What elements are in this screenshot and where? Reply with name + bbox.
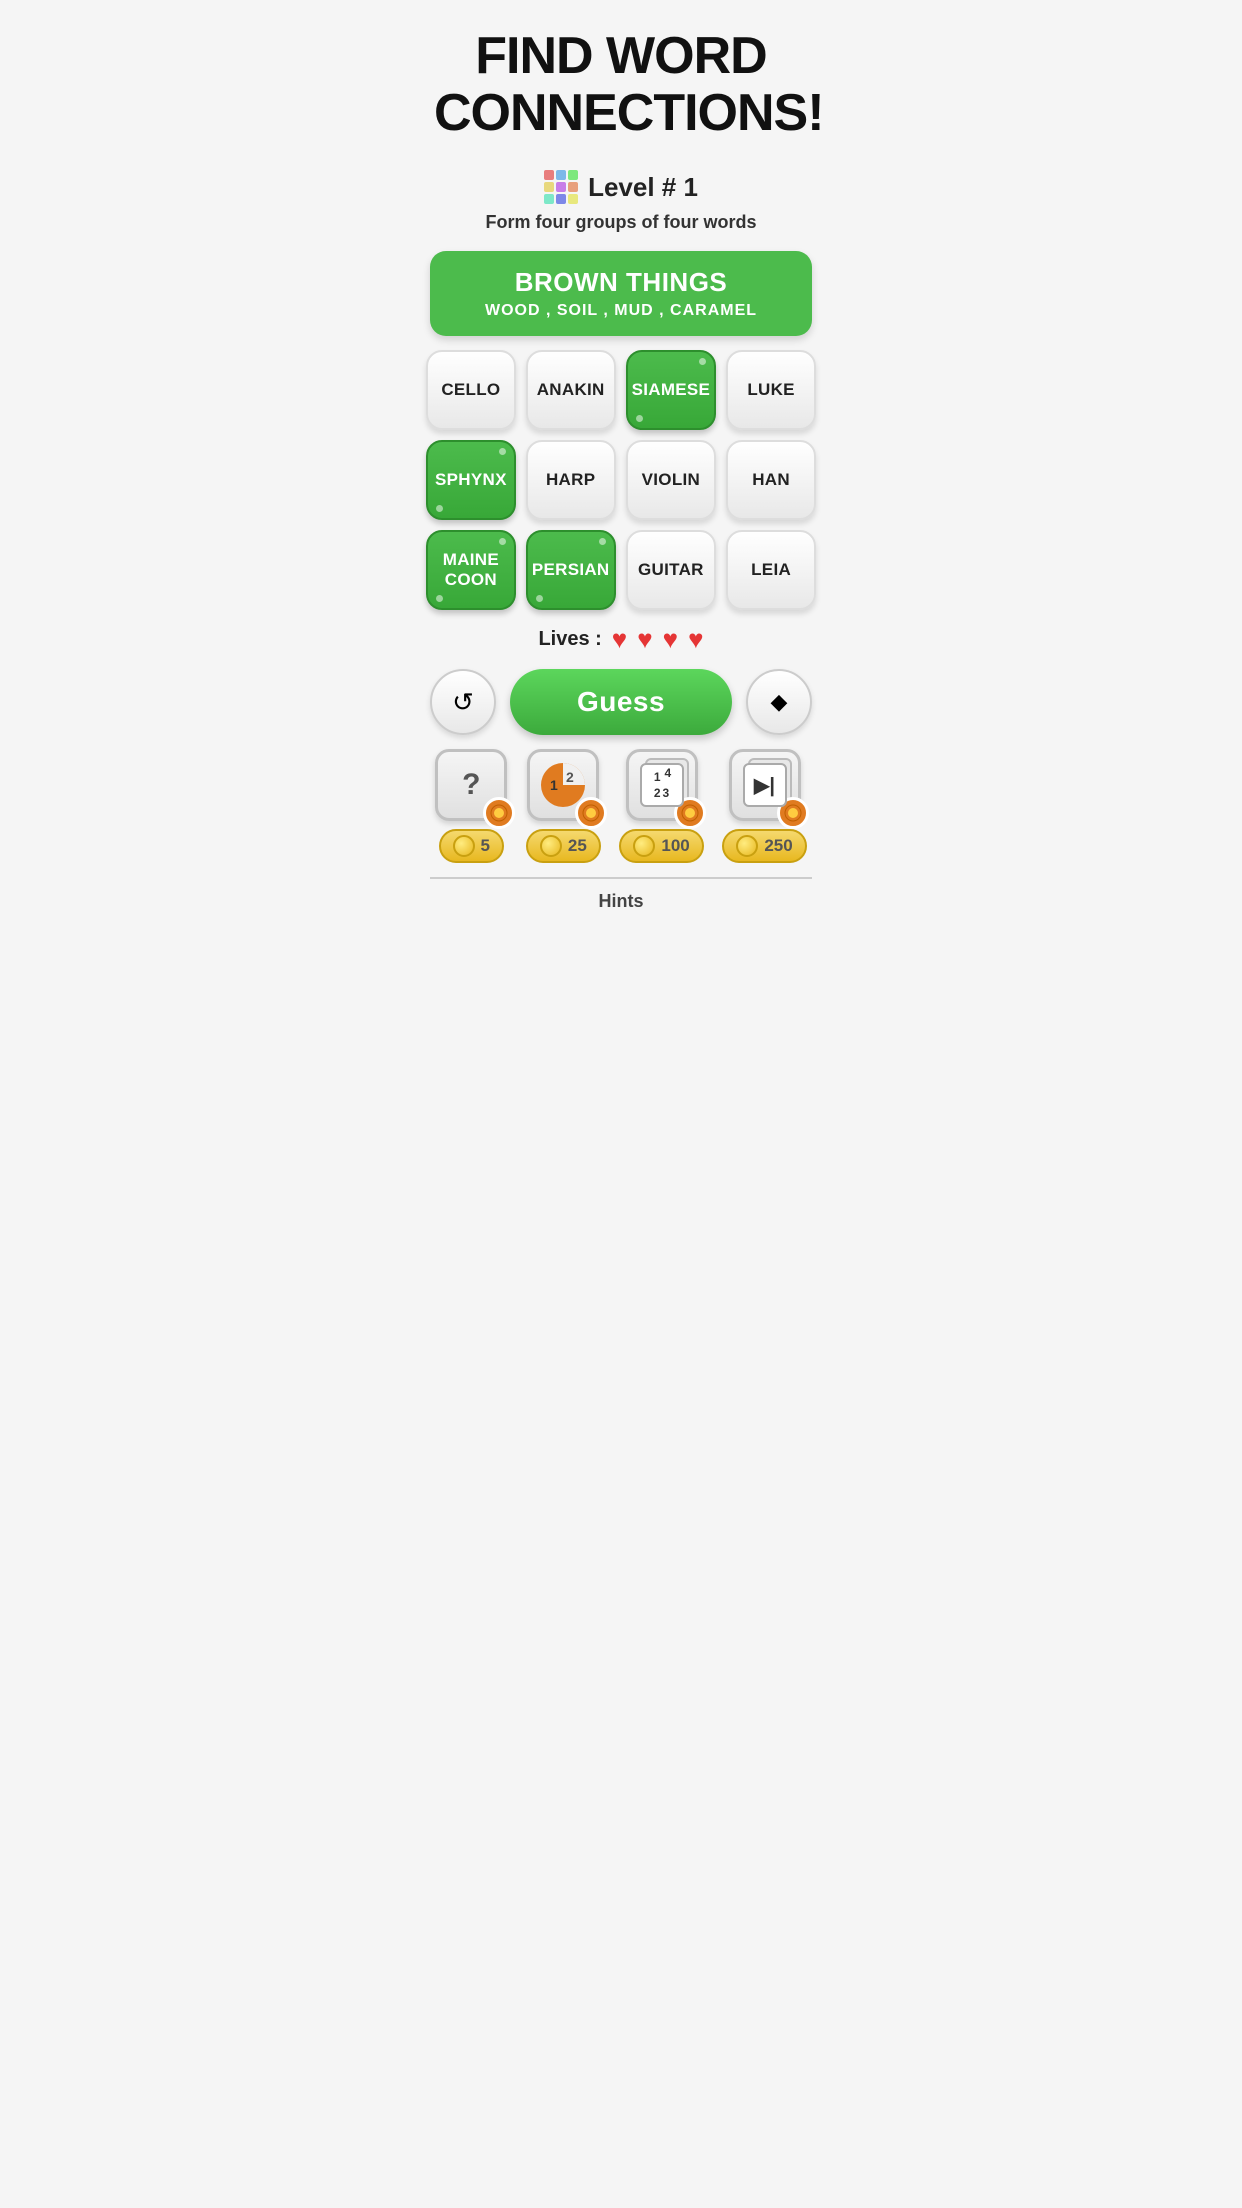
tile-sphynx[interactable]: SPHYNX — [426, 440, 516, 520]
hint-skip-cost-label: 250 — [764, 836, 792, 856]
hint-skip-cost: 250 — [722, 829, 806, 863]
tile-harp-label: HARP — [546, 470, 595, 490]
coin-icon-3 — [633, 835, 655, 857]
guess-button[interactable]: Guess — [510, 669, 732, 735]
grid-cell-4 — [544, 182, 554, 192]
tile-han-label: HAN — [752, 470, 790, 490]
tile-maine-coon-label: MAINE COON — [443, 550, 499, 590]
hint-reveal-cost: 5 — [439, 829, 504, 863]
coin-icon-1 — [453, 835, 475, 857]
tile-cello[interactable]: CELLO — [426, 350, 516, 430]
hint-numgrid[interactable]: 1 4 2 3 — [619, 749, 703, 863]
tile-luke-label: LUKE — [747, 380, 794, 400]
page-title: FIND WORD CONNECTIONS! — [414, 0, 828, 152]
level-grid-icon — [544, 170, 578, 204]
heart-3: ♥ — [663, 624, 678, 655]
tile-siamese-label: SIAMESE — [632, 380, 711, 400]
hint-pie-badge — [575, 797, 607, 829]
svg-text:2: 2 — [566, 769, 574, 785]
grid-cell-5 — [556, 182, 566, 192]
grid-cell-3 — [568, 170, 578, 180]
tile-han[interactable]: HAN — [726, 440, 816, 520]
coin-icon-2 — [540, 835, 562, 857]
tile-maine-coon[interactable]: MAINE COON — [426, 530, 516, 610]
lives-label: Lives : — [538, 628, 601, 651]
tile-persian-label: PERSIAN — [532, 560, 610, 580]
hints-divider — [430, 877, 812, 879]
hints-section: ? 5 — [426, 749, 816, 863]
tile-guitar-label: GUITAR — [638, 560, 704, 580]
tile-anakin[interactable]: ANAKIN — [526, 350, 616, 430]
erase-icon: ◆ — [771, 689, 788, 715]
hint-reveal-badge — [483, 797, 515, 829]
tile-violin[interactable]: VIOLIN — [626, 440, 717, 520]
coin-icon-4 — [736, 835, 758, 857]
hint-pie[interactable]: 1 2 25 — [526, 749, 601, 863]
tile-harp[interactable]: HARP — [526, 440, 616, 520]
hint-numgrid-cost-label: 100 — [661, 836, 689, 856]
tile-leia-label: LEIA — [751, 560, 791, 580]
tile-anakin-label: ANAKIN — [537, 380, 605, 400]
heart-2: ♥ — [637, 624, 652, 655]
level-row: Level # 1 — [414, 170, 828, 204]
tile-leia[interactable]: LEIA — [726, 530, 816, 610]
heart-4: ♥ — [688, 624, 703, 655]
grid-cell-1 — [544, 170, 554, 180]
hint-pie-cost-label: 25 — [568, 836, 587, 856]
game-subtitle: Form four groups of four words — [414, 212, 828, 233]
grid-cell-2 — [556, 170, 566, 180]
grid-cell-9 — [568, 194, 578, 204]
grid-cell-6 — [568, 182, 578, 192]
tile-siamese[interactable]: SIAMESE — [626, 350, 717, 430]
page-container: FIND WORD CONNECTIONS! Level # 1 Form fo… — [414, 0, 828, 912]
shuffle-button[interactable]: ↺ — [430, 669, 496, 735]
tile-luke[interactable]: LUKE — [726, 350, 816, 430]
completed-category-banner: BROWN THINGS WOOD , SOIL , MUD , CARAMEL — [430, 251, 812, 336]
action-row: ↺ Guess ◆ — [430, 669, 812, 735]
tile-violin-label: VIOLIN — [642, 470, 700, 490]
hint-numgrid-cost: 100 — [619, 829, 703, 863]
erase-button[interactable]: ◆ — [746, 669, 812, 735]
hint-reveal-cost-label: 5 — [481, 836, 490, 856]
grid-cell-8 — [556, 194, 566, 204]
category-words: WOOD , SOIL , MUD , CARAMEL — [450, 302, 792, 320]
heart-1: ♥ — [612, 624, 627, 655]
level-label: Level # 1 — [588, 172, 698, 203]
word-grid: CELLO ANAKIN SIAMESE LUKE SPHYNX HARP VI… — [426, 350, 816, 610]
lives-row: Lives : ♥ ♥ ♥ ♥ — [414, 624, 828, 655]
hints-section-label: Hints — [414, 891, 828, 912]
svg-text:1: 1 — [550, 777, 558, 793]
shuffle-icon: ↺ — [452, 687, 474, 718]
hint-reveal[interactable]: ? 5 — [435, 749, 507, 863]
tile-persian[interactable]: PERSIAN — [526, 530, 616, 610]
hint-pie-cost: 25 — [526, 829, 601, 863]
tile-cello-label: CELLO — [441, 380, 500, 400]
category-title: BROWN THINGS — [450, 267, 792, 298]
tile-guitar[interactable]: GUITAR — [626, 530, 717, 610]
hint-skip[interactable]: ▶| 250 — [722, 749, 806, 863]
tile-sphynx-label: SPHYNX — [435, 470, 507, 490]
grid-cell-7 — [544, 194, 554, 204]
